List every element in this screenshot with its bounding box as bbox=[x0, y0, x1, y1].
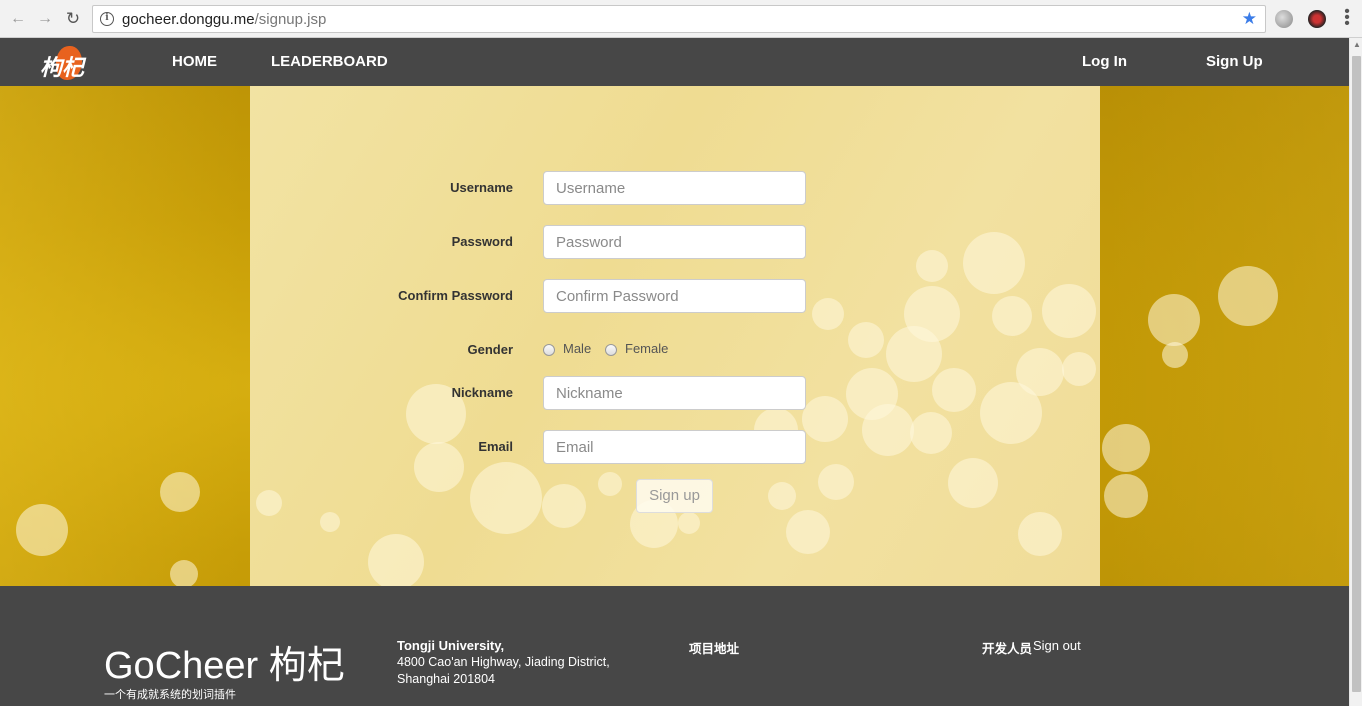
bokeh-circle bbox=[818, 464, 854, 500]
bokeh-circle bbox=[160, 472, 200, 512]
bokeh-circle bbox=[980, 382, 1042, 444]
footer-address-line1: 4800 Cao'an Highway, Jiading District, bbox=[397, 655, 610, 669]
page-scrollbar[interactable]: ▲ bbox=[1349, 38, 1362, 706]
site-logo[interactable]: 枸杞 bbox=[40, 44, 88, 81]
bokeh-circle bbox=[1104, 474, 1148, 518]
username-label: Username bbox=[450, 180, 513, 195]
forward-icon[interactable]: → bbox=[35, 9, 55, 29]
browser-menu-icon[interactable]: • • • bbox=[1342, 4, 1352, 32]
password-label: Password bbox=[451, 234, 513, 249]
gender-female-label[interactable]: Female bbox=[625, 341, 668, 356]
footer-developers-heading: 开发人员 bbox=[982, 641, 1033, 656]
gender-label: Gender bbox=[467, 342, 513, 357]
site-navbar: 枸杞 HOME LEADERBOARD Log In Sign Up bbox=[0, 38, 1349, 86]
bokeh-circle bbox=[256, 490, 282, 516]
nickname-label: Nickname bbox=[451, 385, 513, 400]
bokeh-circle bbox=[1062, 352, 1096, 386]
footer-address-title: Tongji University, bbox=[397, 638, 505, 653]
bokeh-circle bbox=[1042, 284, 1096, 338]
bug-extension-icon[interactable] bbox=[1308, 10, 1326, 28]
bokeh-circle bbox=[812, 298, 844, 330]
url-path: /signup.jsp bbox=[254, 11, 327, 28]
bokeh-circle bbox=[1102, 424, 1150, 472]
bokeh-circle bbox=[16, 504, 68, 556]
nav-login-link[interactable]: Log In bbox=[1082, 53, 1127, 70]
bokeh-circle bbox=[802, 396, 848, 442]
url-text: gocheer.donggu.me/signup.jsp bbox=[122, 11, 326, 28]
bokeh-circle bbox=[1018, 512, 1062, 556]
back-icon[interactable]: ← bbox=[8, 9, 28, 29]
site-footer: GoCheer 枸杞 一个有成就系统的划词插件 Tongji Universit… bbox=[0, 586, 1349, 706]
bokeh-circle bbox=[948, 458, 998, 508]
bokeh-circle bbox=[470, 462, 542, 534]
gender-male-label[interactable]: Male bbox=[563, 341, 591, 356]
bokeh-circle bbox=[320, 512, 340, 532]
bokeh-circle bbox=[170, 560, 198, 586]
reload-icon[interactable]: ↻ bbox=[63, 9, 83, 29]
bokeh-circle bbox=[678, 512, 700, 534]
bokeh-circle bbox=[910, 412, 952, 454]
bokeh-circle bbox=[1148, 294, 1200, 346]
bokeh-circle bbox=[1218, 266, 1278, 326]
info-icon[interactable]: i bbox=[100, 12, 114, 26]
bokeh-circle bbox=[862, 404, 914, 456]
password-input[interactable] bbox=[543, 225, 806, 259]
confirm-password-input[interactable] bbox=[543, 279, 806, 313]
bokeh-circle bbox=[368, 534, 424, 586]
bokeh-circle bbox=[916, 250, 948, 282]
bokeh-circle bbox=[786, 510, 830, 554]
gender-male-radio[interactable] bbox=[543, 344, 555, 356]
address-bar[interactable]: i gocheer.donggu.me/signup.jsp ★ bbox=[92, 5, 1266, 33]
bokeh-circle bbox=[598, 472, 622, 496]
email-input[interactable] bbox=[543, 430, 806, 464]
url-host: gocheer.donggu.me bbox=[122, 11, 255, 28]
nav-home-link[interactable]: HOME bbox=[172, 53, 217, 70]
footer-address-line2: Shanghai 201804 bbox=[397, 672, 496, 686]
footer-project-heading[interactable]: 项目地址 bbox=[689, 638, 739, 657]
bokeh-circle bbox=[886, 326, 942, 382]
scrollbar-thumb[interactable] bbox=[1352, 56, 1361, 692]
bokeh-circle bbox=[963, 232, 1025, 294]
footer-brand: GoCheer 枸杞 bbox=[104, 645, 345, 687]
signup-submit-button[interactable]: Sign up bbox=[636, 479, 713, 513]
footer-signout-link[interactable]: Sign out bbox=[1033, 638, 1081, 653]
bokeh-circle bbox=[932, 368, 976, 412]
bokeh-circle bbox=[848, 322, 884, 358]
nav-leaderboard-link[interactable]: LEADERBOARD bbox=[271, 53, 388, 70]
globe-extension-icon[interactable] bbox=[1275, 10, 1293, 28]
confirm-password-label: Confirm Password bbox=[398, 288, 513, 303]
scroll-up-arrow-icon[interactable]: ▲ bbox=[1353, 40, 1361, 49]
nav-signup-link[interactable]: Sign Up bbox=[1206, 53, 1263, 70]
gender-female-radio[interactable] bbox=[605, 344, 617, 356]
bokeh-circle bbox=[542, 484, 586, 528]
bokeh-circle bbox=[1162, 342, 1188, 368]
logo-text: 枸杞 bbox=[40, 56, 85, 81]
browser-toolbar: ← → ↻ i gocheer.donggu.me/signup.jsp ★ •… bbox=[0, 0, 1362, 38]
email-label: Email bbox=[478, 439, 513, 454]
bookmark-star-icon[interactable]: ★ bbox=[1242, 9, 1257, 29]
username-input[interactable] bbox=[543, 171, 806, 205]
footer-tagline: 一个有成就系统的划词插件 bbox=[104, 688, 236, 701]
bokeh-circle bbox=[992, 296, 1032, 336]
bokeh-circle bbox=[768, 482, 796, 510]
nickname-input[interactable] bbox=[543, 376, 806, 410]
